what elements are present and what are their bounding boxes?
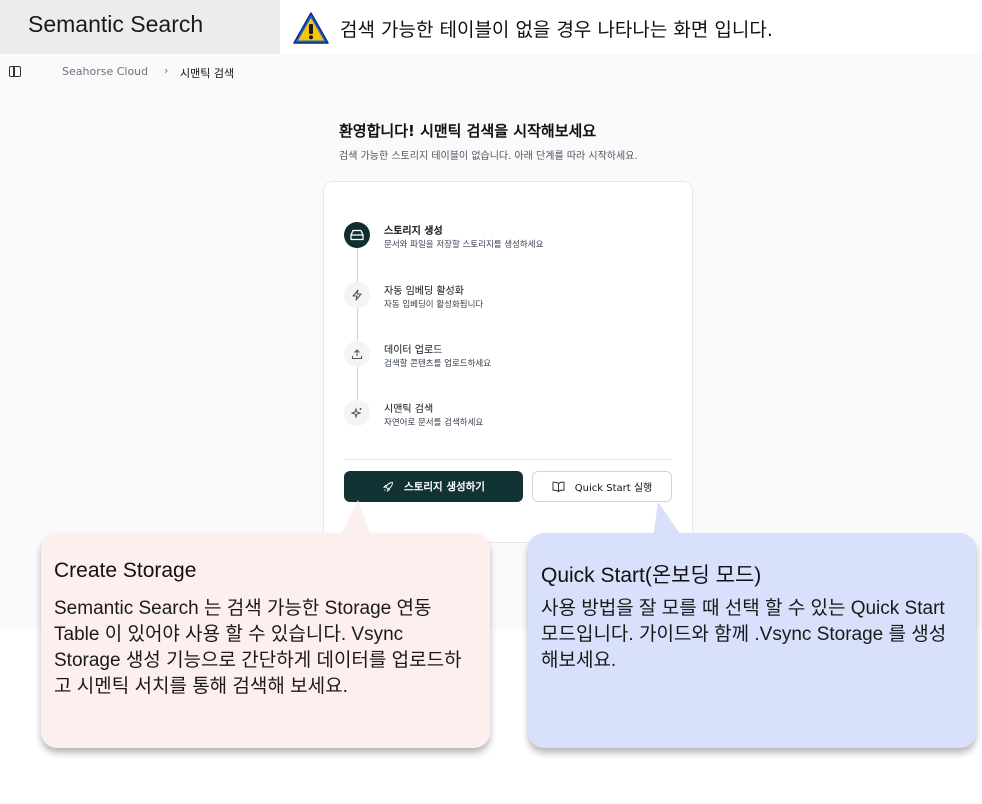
- breadcrumb-root[interactable]: Seahorse Cloud: [62, 65, 148, 78]
- sparkle-icon: [344, 400, 370, 426]
- upload-icon: [344, 341, 370, 367]
- create-storage-callout: Create Storage Semantic Search 는 검색 가능한 …: [41, 533, 490, 748]
- page-tab: Semantic Search: [0, 0, 280, 54]
- step-desc: 문서와 파일을 저장할 스토리지를 생성하세요: [384, 240, 544, 250]
- quick-start-button[interactable]: Quick Start 실행: [532, 471, 672, 502]
- book-icon: [552, 481, 565, 492]
- callout-title: Quick Start(온보딩 모드): [541, 564, 762, 587]
- step-connector: [357, 366, 358, 404]
- step-title: 자동 임베딩 활성화: [384, 286, 464, 297]
- step-connector: [357, 306, 358, 342]
- warning-icon: [293, 12, 329, 44]
- callout-title: Create Storage: [54, 559, 197, 582]
- bolt-icon: [344, 282, 370, 308]
- page-title: 환영합니다! 시맨틱 검색을 시작해보세요: [339, 122, 597, 140]
- breadcrumb-current: 시맨틱 검색: [180, 67, 235, 80]
- breadcrumb: Seahorse Cloud › 시맨틱 검색: [0, 54, 982, 90]
- step-title: 데이터 업로드: [384, 345, 443, 356]
- divider: [344, 459, 672, 460]
- onboarding-card: 스토리지 생성 문서와 파일을 저장할 스토리지를 생성하세요 자동 임베딩 활…: [323, 181, 693, 543]
- sidebar-toggle-icon[interactable]: [9, 66, 21, 77]
- step-desc: 자동 임베딩이 활성화됩니다: [384, 300, 484, 310]
- callout-body: 사용 방법을 잘 모를 때 선택 할 수 있는 Quick Start 모드입니…: [541, 598, 947, 671]
- step-desc: 검색할 콘텐츠를 업로드하세요: [384, 359, 492, 369]
- step-connector: [357, 244, 358, 286]
- step-title: 스토리지 생성: [384, 226, 443, 237]
- annotation-text: 검색 가능한 테이블이 없을 경우 나타나는 화면 입니다.: [340, 18, 773, 41]
- breadcrumb-separator: ›: [164, 64, 169, 77]
- storage-icon: [344, 222, 370, 248]
- step-desc: 자연어로 문서를 검색하세요: [384, 418, 484, 428]
- page-tab-label: Semantic Search: [28, 11, 204, 37]
- quick-start-label: Quick Start 실행: [574, 483, 653, 494]
- annotation-note: 검색 가능한 테이블이 없을 경우 나타나는 화면 입니다.: [292, 8, 773, 48]
- page-subtitle: 검색 가능한 스토리지 테이블이 없습니다. 아래 단계를 따라 시작하세요.: [339, 151, 638, 162]
- rocket-icon: [382, 481, 393, 492]
- quick-start-callout: Quick Start(온보딩 모드) 사용 방법을 잘 모를 때 선택 할 수…: [528, 533, 976, 748]
- step-title: 시맨틱 검색: [384, 404, 434, 415]
- create-storage-label: 스토리지 생성하기: [404, 481, 485, 493]
- callout-body: Semantic Search 는 검색 가능한 Storage 연동 Tabl…: [54, 598, 462, 697]
